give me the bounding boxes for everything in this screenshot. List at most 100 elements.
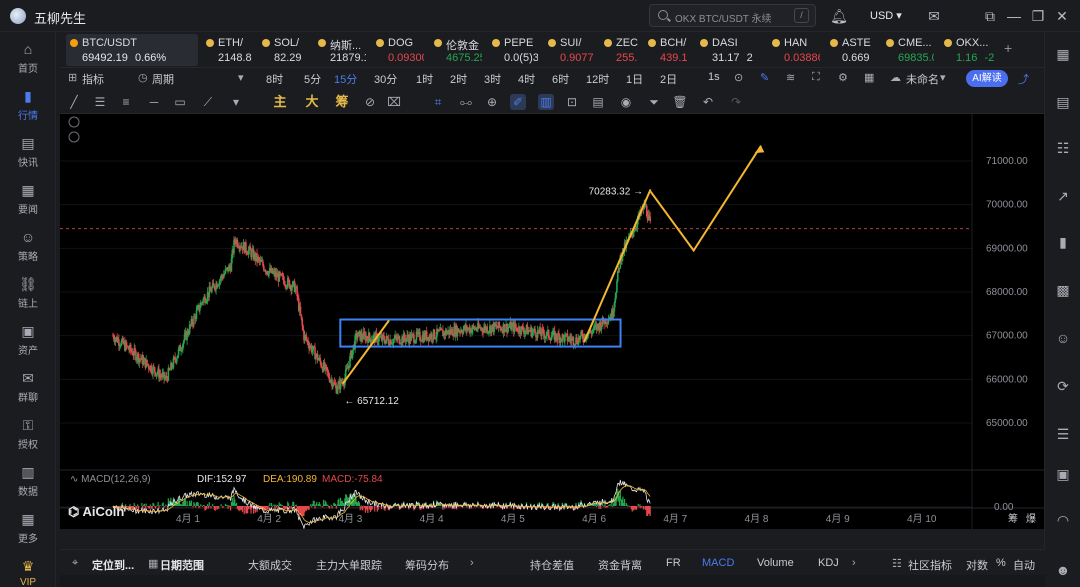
- popout-icon[interactable]: ⧉: [980, 6, 1000, 26]
- bottom-tab-left-1[interactable]: 日期范围: [160, 557, 204, 573]
- candle-type-icon[interactable]: ⊞: [68, 71, 77, 84]
- community-icon[interactable]: ☷: [892, 557, 902, 570]
- nav-item-9[interactable]: ▥ 数据: [0, 459, 56, 505]
- crop-icon[interactable]: ⌗: [430, 94, 446, 110]
- link-icon[interactable]: ⧟: [458, 94, 474, 110]
- settings-icon[interactable]: ⚙: [838, 71, 848, 84]
- timeframe-3[interactable]: 30分: [374, 71, 397, 87]
- ticker-item[interactable]: 伦敦金 4675.25: [430, 34, 482, 66]
- indicator-button[interactable]: 指标: [82, 71, 104, 87]
- trash-icon[interactable]: 🗑︎: [672, 94, 688, 110]
- pencil-icon[interactable]: ✎: [760, 71, 769, 84]
- bottom-tab-mid-2[interactable]: FR: [666, 557, 681, 569]
- nav-item-2[interactable]: ▤ 快讯: [0, 130, 56, 176]
- more-tools-icon[interactable]: ▾: [228, 94, 244, 110]
- timeframe-7[interactable]: 4时: [518, 71, 535, 87]
- lock-icon[interactable]: ⊡: [564, 94, 580, 110]
- bottom-tab-right-0[interactable]: 社区指标: [908, 557, 952, 573]
- sync-icon[interactable]: ⟳: [1053, 376, 1073, 396]
- nav-item-7[interactable]: ✉ 群聊: [0, 365, 56, 411]
- ticker-item[interactable]: BCH/439.1 2: [644, 34, 690, 66]
- grid-layout-icon[interactable]: ▦: [864, 71, 874, 84]
- camera-icon[interactable]: ⊙: [734, 71, 743, 84]
- period-button[interactable]: 周期: [152, 71, 174, 87]
- bottom-tab-left-2[interactable]: 大额成交: [248, 557, 292, 573]
- robot-icon[interactable]: ☺: [1053, 328, 1073, 348]
- rectangle-tool-icon[interactable]: ▭: [172, 94, 188, 110]
- magnet-icon[interactable]: ⊘: [362, 94, 378, 110]
- chip-tool[interactable]: 筹: [334, 94, 350, 110]
- bottom-tab-mid-5[interactable]: KDJ: [818, 557, 839, 569]
- nav-item-5[interactable]: ⛓ 链上: [0, 271, 56, 317]
- bottom-tab-right-3[interactable]: 自动: [1013, 557, 1035, 573]
- trend-icon[interactable]: ↗: [1053, 186, 1073, 206]
- nav-item-10[interactable]: ▦ 更多: [0, 506, 56, 552]
- layout-name[interactable]: 未命名: [906, 71, 939, 87]
- oscillator-icon[interactable]: ▥: [538, 94, 554, 110]
- orderbook-icon[interactable]: ☷: [1053, 138, 1073, 158]
- ticker-item[interactable]: ZEC/255.34: [600, 34, 638, 66]
- timeframe-10[interactable]: 1日: [626, 71, 643, 87]
- timeframe-9[interactable]: 12时: [586, 71, 609, 87]
- bottom-tab-mid-1[interactable]: 资金背离: [598, 557, 642, 573]
- chart-area[interactable]: 71000.00 70000.00 69000.00 68000.00 67000.00…: [60, 114, 1045, 529]
- zoom-icon[interactable]: ⊕: [484, 94, 500, 110]
- list-icon[interactable]: ☰: [1053, 424, 1073, 444]
- nav-item-3[interactable]: ▦ 要闻: [0, 177, 56, 223]
- hline-tool-icon[interactable]: ─: [146, 94, 162, 110]
- ticker-item[interactable]: CME... 69835.0: [882, 34, 934, 66]
- layout-grid-icon[interactable]: ▦: [1053, 44, 1073, 64]
- collapse-down-icon[interactable]: [68, 131, 80, 143]
- chevron-right-icon[interactable]: ›: [470, 557, 474, 569]
- headset-icon[interactable]: ◠: [1053, 510, 1073, 530]
- ticker-item[interactable]: DOG 0.09300: [372, 34, 424, 66]
- nav-item-6[interactable]: ▣ 资产: [0, 318, 56, 364]
- ticker-item[interactable]: ASTE 0.669 0: [826, 34, 876, 66]
- eye-icon[interactable]: ◉: [618, 94, 634, 110]
- bottom-tab-right-2[interactable]: %: [996, 557, 1006, 569]
- ticker-item[interactable]: HAN 0.03886: [768, 34, 820, 66]
- tick-button[interactable]: 1s: [708, 71, 720, 83]
- bottom-tab-left-3[interactable]: 主力大单跟踪: [316, 557, 382, 573]
- trendline-tool-icon[interactable]: ╱: [66, 94, 82, 110]
- undo-icon[interactable]: ↶: [700, 94, 716, 110]
- fullscreen-icon[interactable]: ⛶: [812, 71, 820, 84]
- currency-select[interactable]: USD ▾: [870, 9, 902, 22]
- mail-icon[interactable]: ✉: [924, 6, 944, 26]
- big-order-tool[interactable]: 大: [304, 94, 320, 110]
- ticker-item[interactable]: BTC/USDT 69492.19 0.66%: [66, 34, 198, 66]
- ticker-item[interactable]: OKX... 1.16 -2: [940, 34, 1000, 66]
- target-icon[interactable]: ⌖: [72, 557, 78, 570]
- notes-icon[interactable]: ▤: [1053, 92, 1073, 112]
- text-tool-icon[interactable]: ⌧: [386, 94, 402, 110]
- minimize-icon[interactable]: —: [1004, 6, 1024, 26]
- nav-item-0[interactable]: ⌂ 首页: [0, 36, 56, 82]
- timeframe-5[interactable]: 2时: [450, 71, 467, 87]
- ruler-tool-icon[interactable]: ⟋: [200, 94, 216, 110]
- bottom-tab-mid-3[interactable]: MACD: [702, 557, 734, 569]
- bell-icon[interactable]: 🔔︎: [829, 6, 849, 26]
- add-ticker-icon[interactable]: +: [1004, 40, 1012, 56]
- template-icon[interactable]: ▤: [590, 94, 606, 110]
- filter-icon[interactable]: ⏷: [646, 94, 662, 110]
- ticker-item[interactable]: PEPE 0.0(5)35: [488, 34, 538, 66]
- close-icon[interactable]: ✕: [1052, 6, 1072, 26]
- ticker-item[interactable]: 纳斯... 21879.1: [314, 34, 366, 66]
- bar-chart-icon[interactable]: ▮: [1053, 232, 1073, 252]
- ai-button[interactable]: AI解读: [966, 70, 1008, 87]
- chevron-right-icon[interactable]: ›: [852, 557, 856, 569]
- timeframe-8[interactable]: 6时: [552, 71, 569, 87]
- chevron-down-icon[interactable]: ▾: [238, 71, 244, 84]
- ticker-item[interactable]: SOL/82.29 0: [258, 34, 308, 66]
- restore-icon[interactable]: ❐: [1028, 6, 1048, 26]
- assistant-icon[interactable]: ☻: [1053, 560, 1073, 580]
- timeframe-1[interactable]: 5分: [304, 71, 321, 87]
- redo-icon[interactable]: ↷: [728, 94, 744, 110]
- nav-item-11[interactable]: ♛ VIP: [0, 553, 56, 587]
- calendar-icon[interactable]: ▦: [148, 557, 158, 570]
- bottom-tab-left-4[interactable]: 筹码分布: [405, 557, 449, 573]
- layout-chevron-icon[interactable]: ▾: [940, 71, 946, 84]
- price-chart[interactable]: 71000.00 70000.00 69000.00 68000.00 67000.00…: [60, 114, 1045, 529]
- draw-mode-icon[interactable]: ✐: [510, 94, 526, 110]
- bottom-tab-mid-4[interactable]: Volume: [757, 557, 794, 569]
